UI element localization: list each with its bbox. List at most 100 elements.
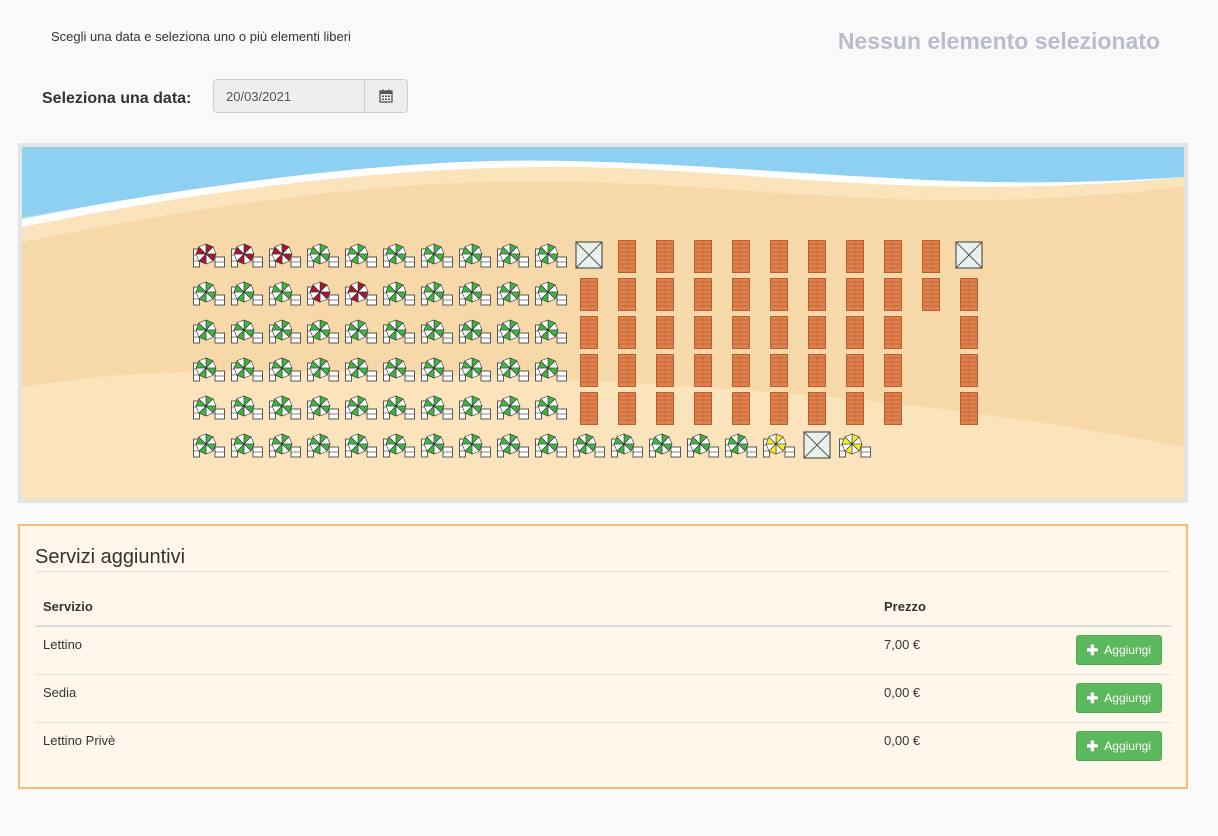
umbrella-spot-free[interactable] bbox=[573, 433, 605, 461]
cabin-spot[interactable] bbox=[846, 278, 864, 311]
umbrella-spot-free[interactable] bbox=[383, 395, 415, 423]
umbrella-spot-free[interactable] bbox=[459, 243, 491, 271]
umbrella-spot-free[interactable] bbox=[421, 243, 453, 271]
tent-spot[interactable] bbox=[803, 431, 835, 459]
umbrella-spot-free[interactable] bbox=[535, 319, 567, 347]
cabin-spot[interactable] bbox=[732, 392, 750, 425]
umbrella-spot-free[interactable] bbox=[725, 433, 757, 461]
add-service-button[interactable]: ✚ Aggiungi bbox=[1075, 731, 1162, 761]
cabin-spot[interactable] bbox=[884, 240, 902, 273]
umbrella-spot-free[interactable] bbox=[535, 243, 567, 271]
add-service-button[interactable]: ✚ Aggiungi bbox=[1075, 683, 1162, 713]
cabin-spot[interactable] bbox=[770, 392, 788, 425]
cabin-spot[interactable] bbox=[770, 240, 788, 273]
umbrella-spot-free[interactable] bbox=[307, 395, 339, 423]
cabin-spot[interactable] bbox=[656, 316, 674, 349]
tent-spot[interactable] bbox=[575, 241, 607, 269]
umbrella-spot-free[interactable] bbox=[345, 243, 377, 271]
umbrella-spot-free[interactable] bbox=[231, 281, 263, 309]
cabin-spot[interactable] bbox=[770, 316, 788, 349]
umbrella-spot-busy[interactable] bbox=[345, 281, 377, 309]
umbrella-spot-free[interactable] bbox=[687, 433, 719, 461]
umbrella-spot-free[interactable] bbox=[269, 357, 301, 385]
add-service-button[interactable]: ✚ Aggiungi bbox=[1075, 635, 1162, 665]
umbrella-spot-free[interactable] bbox=[421, 281, 453, 309]
cabin-spot[interactable] bbox=[770, 354, 788, 387]
umbrella-spot-free[interactable] bbox=[421, 395, 453, 423]
umbrella-spot-free[interactable] bbox=[649, 433, 681, 461]
umbrella-spot-busy[interactable] bbox=[307, 281, 339, 309]
umbrella-spot-free[interactable] bbox=[269, 433, 301, 461]
umbrella-spot-busy[interactable] bbox=[269, 243, 301, 271]
cabin-spot[interactable] bbox=[960, 278, 978, 311]
cabin-spot[interactable] bbox=[580, 278, 598, 311]
cabin-spot[interactable] bbox=[732, 240, 750, 273]
umbrella-spot-special[interactable] bbox=[763, 433, 795, 461]
umbrella-spot-free[interactable] bbox=[421, 357, 453, 385]
umbrella-spot-free[interactable] bbox=[345, 357, 377, 385]
umbrella-spot-free[interactable] bbox=[497, 357, 529, 385]
umbrella-spot-free[interactable] bbox=[345, 319, 377, 347]
cabin-spot[interactable] bbox=[656, 392, 674, 425]
umbrella-spot-free[interactable] bbox=[307, 433, 339, 461]
date-input[interactable] bbox=[213, 79, 364, 113]
umbrella-spot-free[interactable] bbox=[193, 319, 225, 347]
cabin-spot[interactable] bbox=[580, 354, 598, 387]
umbrella-spot-free[interactable] bbox=[231, 433, 263, 461]
cabin-spot[interactable] bbox=[884, 354, 902, 387]
umbrella-spot-free[interactable] bbox=[535, 281, 567, 309]
umbrella-spot-free[interactable] bbox=[383, 281, 415, 309]
umbrella-spot-free[interactable] bbox=[535, 395, 567, 423]
tent-spot[interactable] bbox=[955, 241, 987, 269]
umbrella-spot-free[interactable] bbox=[383, 243, 415, 271]
umbrella-spot-busy[interactable] bbox=[231, 243, 263, 271]
cabin-spot[interactable] bbox=[846, 240, 864, 273]
cabin-spot[interactable] bbox=[960, 392, 978, 425]
umbrella-spot-free[interactable] bbox=[497, 243, 529, 271]
cabin-spot[interactable] bbox=[808, 392, 826, 425]
umbrella-spot-free[interactable] bbox=[421, 319, 453, 347]
cabin-spot[interactable] bbox=[618, 316, 636, 349]
cabin-spot[interactable] bbox=[694, 316, 712, 349]
cabin-spot[interactable] bbox=[884, 316, 902, 349]
umbrella-spot-free[interactable] bbox=[497, 433, 529, 461]
umbrella-spot-free[interactable] bbox=[231, 395, 263, 423]
umbrella-spot-free[interactable] bbox=[307, 243, 339, 271]
umbrella-spot-free[interactable] bbox=[193, 281, 225, 309]
cabin-spot[interactable] bbox=[770, 278, 788, 311]
cabin-spot[interactable] bbox=[656, 278, 674, 311]
cabin-spot[interactable] bbox=[732, 278, 750, 311]
cabin-spot[interactable] bbox=[694, 240, 712, 273]
cabin-spot[interactable] bbox=[580, 316, 598, 349]
cabin-spot[interactable] bbox=[580, 392, 598, 425]
cabin-spot[interactable] bbox=[808, 278, 826, 311]
umbrella-spot-free[interactable] bbox=[459, 357, 491, 385]
cabin-spot[interactable] bbox=[846, 316, 864, 349]
cabin-spot[interactable] bbox=[808, 240, 826, 273]
cabin-spot[interactable] bbox=[846, 392, 864, 425]
cabin-spot[interactable] bbox=[618, 354, 636, 387]
umbrella-spot-free[interactable] bbox=[193, 433, 225, 461]
umbrella-spot-free[interactable] bbox=[459, 281, 491, 309]
cabin-spot[interactable] bbox=[618, 392, 636, 425]
umbrella-spot-free[interactable] bbox=[345, 433, 377, 461]
cabin-spot[interactable] bbox=[922, 278, 940, 311]
umbrella-spot-free[interactable] bbox=[383, 319, 415, 347]
umbrella-spot-free[interactable] bbox=[459, 433, 491, 461]
cabin-spot[interactable] bbox=[732, 316, 750, 349]
cabin-spot[interactable] bbox=[694, 278, 712, 311]
umbrella-spot-free[interactable] bbox=[231, 357, 263, 385]
umbrella-spot-free[interactable] bbox=[421, 433, 453, 461]
umbrella-spot-busy[interactable] bbox=[193, 243, 225, 271]
umbrella-spot-free[interactable] bbox=[269, 319, 301, 347]
umbrella-spot-free[interactable] bbox=[345, 395, 377, 423]
cabin-spot[interactable] bbox=[884, 278, 902, 311]
umbrella-spot-free[interactable] bbox=[383, 433, 415, 461]
cabin-spot[interactable] bbox=[618, 278, 636, 311]
cabin-spot[interactable] bbox=[694, 392, 712, 425]
umbrella-spot-free[interactable] bbox=[307, 319, 339, 347]
umbrella-spot-free[interactable] bbox=[535, 357, 567, 385]
umbrella-spot-free[interactable] bbox=[193, 357, 225, 385]
umbrella-spot-free[interactable] bbox=[231, 319, 263, 347]
umbrella-spot-free[interactable] bbox=[307, 357, 339, 385]
